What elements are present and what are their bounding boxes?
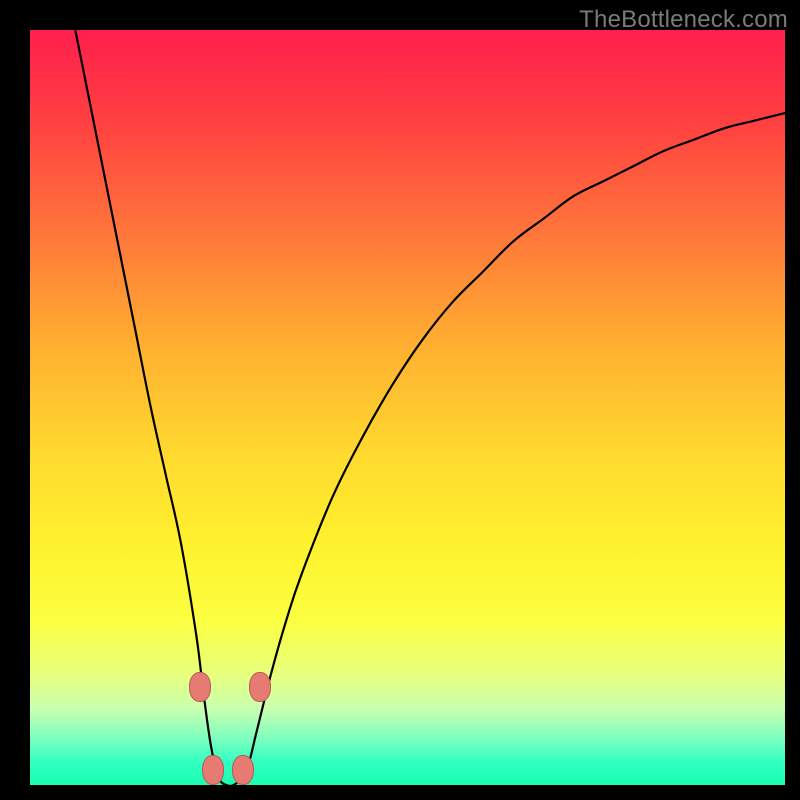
- bottleneck-curve: [30, 30, 785, 785]
- chart-frame: TheBottleneck.com: [0, 0, 800, 800]
- plot-area: [30, 30, 785, 785]
- watermark-text: TheBottleneck.com: [579, 6, 788, 34]
